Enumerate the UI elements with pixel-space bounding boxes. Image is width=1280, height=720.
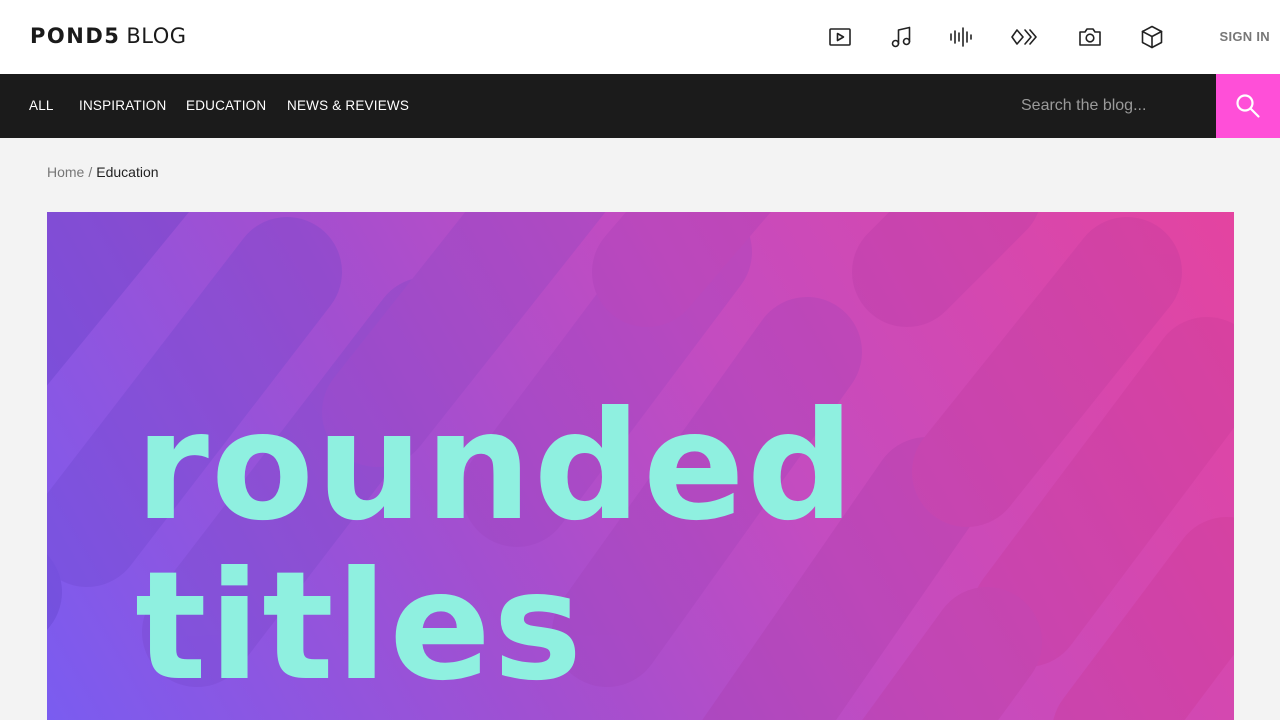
search-icon xyxy=(1236,94,1260,118)
nav-item-news-reviews[interactable]: NEWS & REVIEWS xyxy=(287,98,409,113)
nav-bar: ALL INSPIRATION EDUCATION NEWS & REVIEWS xyxy=(0,74,1280,138)
video-icon[interactable] xyxy=(824,21,856,53)
logo-sub: BLOG xyxy=(126,24,187,48)
site-header: POND5 BLOG SIGN IN xyxy=(0,0,1280,74)
hero-title-line2: titles xyxy=(135,540,585,714)
nav-item-inspiration[interactable]: INSPIRATION xyxy=(79,98,166,113)
hero-image: rounded titles xyxy=(47,212,1234,720)
sound-effects-icon[interactable] xyxy=(945,21,977,53)
breadcrumb: Home / Education xyxy=(47,164,159,180)
hero-title-line1: rounded xyxy=(135,380,857,554)
3d-icon[interactable] xyxy=(1136,21,1168,53)
site-logo[interactable]: POND5 BLOG xyxy=(30,24,187,52)
music-icon[interactable] xyxy=(885,21,917,53)
after-effects-icon[interactable] xyxy=(1008,21,1040,53)
search-button[interactable] xyxy=(1216,74,1280,138)
nav-item-all[interactable]: ALL xyxy=(29,98,54,113)
sign-in-link[interactable]: SIGN IN xyxy=(1220,29,1271,44)
nav-item-education[interactable]: EDUCATION xyxy=(186,98,266,113)
logo-brand: POND5 xyxy=(30,24,121,48)
breadcrumb-separator: / xyxy=(88,164,93,180)
breadcrumb-home[interactable]: Home xyxy=(47,164,84,180)
search-input[interactable] xyxy=(1008,86,1208,126)
breadcrumb-current: Education xyxy=(96,164,159,180)
photo-icon[interactable] xyxy=(1074,21,1106,53)
